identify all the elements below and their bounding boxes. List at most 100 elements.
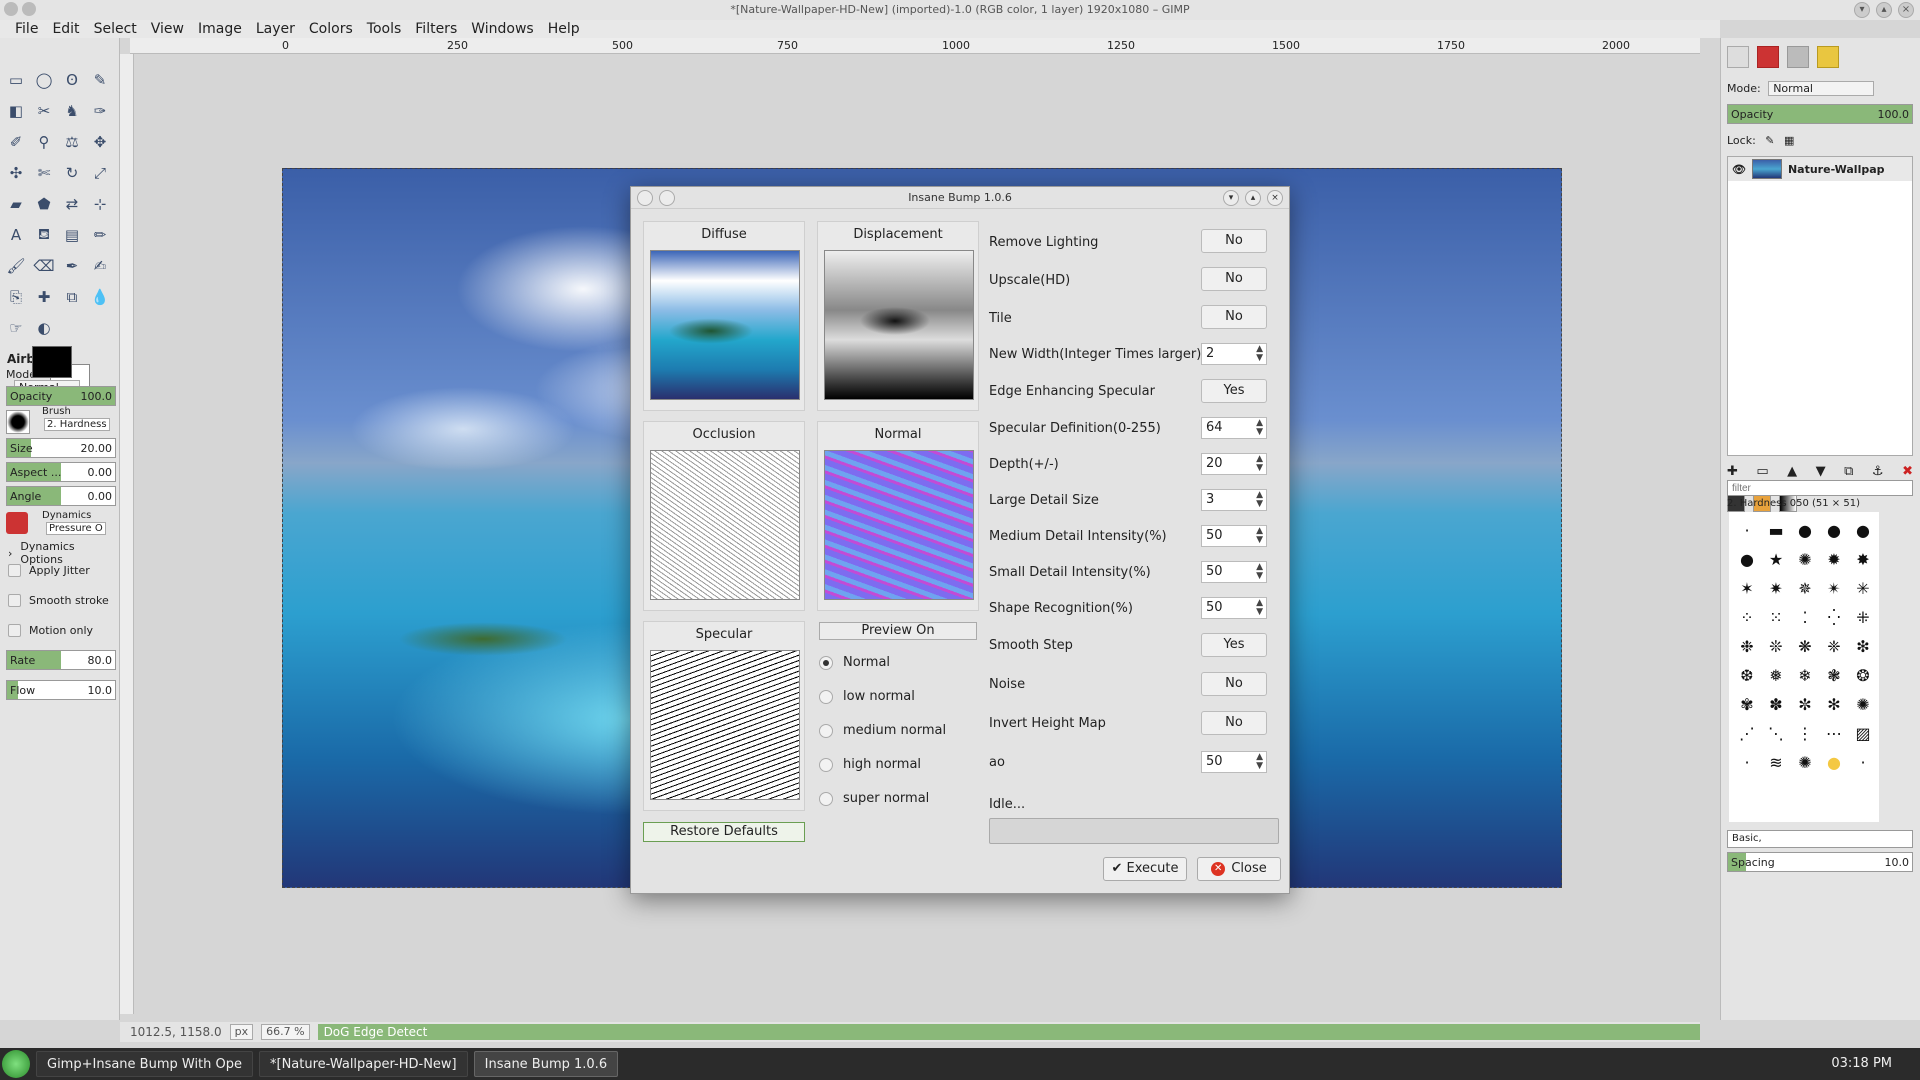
text-icon[interactable]: A xyxy=(4,223,28,247)
flip-icon[interactable]: ⇄ xyxy=(60,192,84,216)
edge-spec-button[interactable]: Yes xyxy=(1201,379,1267,403)
delete-layer-icon[interactable]: ✖ xyxy=(1902,464,1913,479)
ink-icon[interactable]: ✍ xyxy=(88,254,112,278)
small-detail-spinner[interactable]: 50 ▲ ▼ xyxy=(1201,561,1267,583)
zoom-select[interactable]: 66.7 % xyxy=(261,1024,310,1040)
brush-filter-input[interactable] xyxy=(1727,480,1913,496)
fuzzy-select-icon[interactable]: ✎ xyxy=(88,68,112,92)
brush-item[interactable]: ✺ xyxy=(1791,748,1819,776)
flow-slider[interactable]: Flow 10.0 xyxy=(6,680,116,700)
dialog-minimize-icon[interactable]: ▾ xyxy=(1223,190,1239,206)
color-picker-icon[interactable]: ✐ xyxy=(4,130,28,154)
brush-item[interactable]: ● xyxy=(1733,545,1761,573)
new-width-spinner[interactable]: 2 ▲ ▼ xyxy=(1201,343,1267,365)
aspect-slider[interactable]: Aspect ... 0.00 xyxy=(6,462,116,482)
brush-item[interactable]: ▨ xyxy=(1849,719,1877,747)
menu-colors[interactable]: Colors xyxy=(302,21,360,37)
close-icon[interactable]: × xyxy=(1898,2,1914,18)
menu-image[interactable]: Image xyxy=(191,21,249,37)
brush-item[interactable]: ⁘ xyxy=(1733,603,1761,631)
motion-only-checkbox[interactable]: Motion only xyxy=(8,624,93,637)
menu-select[interactable]: Select xyxy=(87,21,144,37)
brush-item[interactable]: ✷ xyxy=(1762,574,1790,602)
menu-help[interactable]: Help xyxy=(541,21,587,37)
brush-item[interactable]: ⋰ xyxy=(1733,719,1761,747)
radio-medium-normal[interactable]: medium normal xyxy=(819,723,946,738)
dialog-pin-icon[interactable] xyxy=(659,190,675,206)
zoom-icon[interactable]: ⚲ xyxy=(32,130,56,154)
tile-button[interactable]: No xyxy=(1201,305,1267,329)
app-menu-icon[interactable] xyxy=(4,2,18,16)
brush-item[interactable]: · xyxy=(1733,516,1761,544)
close-button[interactable]: ✕ Close xyxy=(1197,857,1281,881)
brush-item[interactable]: ● xyxy=(1849,516,1877,544)
brush-item[interactable]: ✸ xyxy=(1849,545,1877,573)
align-icon[interactable]: ✣ xyxy=(4,161,28,185)
shear-icon[interactable]: ▰ xyxy=(4,192,28,216)
layers-tab-icon[interactable] xyxy=(1727,46,1749,68)
brush-item[interactable]: ❈ xyxy=(1820,632,1848,660)
noise-button[interactable]: No xyxy=(1201,672,1267,696)
perspective-icon[interactable]: ⬟ xyxy=(32,192,56,216)
brush-item[interactable]: ❇ xyxy=(1849,632,1877,660)
taskbar-item-gimp[interactable]: *[Nature-Wallpaper-HD-New] xyxy=(259,1051,468,1077)
layer-row[interactable]: 👁 Nature-Wallpap xyxy=(1728,157,1912,181)
brush-item[interactable]: · xyxy=(1733,748,1761,776)
brush-item[interactable]: ⋱ xyxy=(1762,719,1790,747)
undo-tab-icon[interactable] xyxy=(1817,46,1839,68)
rect-select-icon[interactable]: ▭ xyxy=(4,68,28,92)
spin-arrows-icon[interactable]: ▲ ▼ xyxy=(1256,455,1263,473)
brush-item[interactable]: ❂ xyxy=(1849,661,1877,689)
spin-arrows-icon[interactable]: ▲ ▼ xyxy=(1256,527,1263,545)
menu-windows[interactable]: Windows xyxy=(464,21,541,37)
crop-icon[interactable]: ✄ xyxy=(32,161,56,185)
brush-item[interactable]: ⁚ xyxy=(1791,603,1819,631)
brush-item[interactable]: ✴ xyxy=(1820,574,1848,602)
scale-icon[interactable]: ⤢ xyxy=(88,161,112,185)
pin-icon[interactable] xyxy=(22,2,36,16)
brush-item[interactable]: ● xyxy=(1820,516,1848,544)
dodge-burn-icon[interactable]: ◐ xyxy=(32,316,56,340)
brush-item[interactable]: ⁙ xyxy=(1762,603,1790,631)
brush-item[interactable]: ★ xyxy=(1762,545,1790,573)
pencil-icon[interactable]: ✏ xyxy=(88,223,112,247)
brush-item[interactable]: ✺ xyxy=(1791,545,1819,573)
spin-arrows-icon[interactable]: ▲ ▼ xyxy=(1256,491,1263,509)
foreground-color-swatch-top[interactable] xyxy=(32,346,72,378)
paintbrush-icon[interactable]: 🖌 xyxy=(4,254,28,278)
brush-item[interactable]: ✶ xyxy=(1733,574,1761,602)
brush-item[interactable]: · xyxy=(1849,748,1877,776)
brush-thumbnail[interactable] xyxy=(6,410,30,434)
spec-def-spinner[interactable]: 64 ▲ ▼ xyxy=(1201,417,1267,439)
brush-item[interactable]: ✹ xyxy=(1820,545,1848,573)
brush-item[interactable]: ● xyxy=(1820,748,1848,776)
taskbar-item-browser[interactable]: Gimp+Insane Bump With Ope xyxy=(36,1051,254,1077)
menu-file[interactable]: File xyxy=(8,21,45,37)
maximize-icon[interactable]: ▴ xyxy=(1876,2,1892,18)
dialog-close-icon[interactable]: × xyxy=(1267,190,1283,206)
eraser-icon[interactable]: ⌫ xyxy=(32,254,56,278)
perspective-clone-icon[interactable]: ⧉ xyxy=(60,285,84,309)
brush-item[interactable]: ⋯ xyxy=(1820,719,1848,747)
brush-item[interactable]: ❄ xyxy=(1791,661,1819,689)
smooth-stroke-checkbox[interactable]: Smooth stroke xyxy=(8,594,109,607)
menu-edit[interactable]: Edit xyxy=(45,21,86,37)
spin-arrows-icon[interactable]: ▲ ▼ xyxy=(1256,563,1263,581)
depth-spinner[interactable]: 20 ▲ ▼ xyxy=(1201,453,1267,475)
menu-filters[interactable]: Filters xyxy=(408,21,464,37)
brush-item[interactable]: ⁜ xyxy=(1849,603,1877,631)
shape-recog-spinner[interactable]: 50 ▲ ▼ xyxy=(1201,597,1267,619)
anchor-icon[interactable]: ⚓ xyxy=(1872,464,1884,479)
lock-alpha-icon[interactable]: ▦ xyxy=(1784,134,1794,147)
ellipse-select-icon[interactable]: ◯ xyxy=(32,68,56,92)
dynamics-icon[interactable] xyxy=(6,512,28,534)
radio-super-normal[interactable]: super normal xyxy=(819,791,929,806)
airbrush-icon[interactable]: ✒ xyxy=(60,254,84,278)
duplicate-layer-icon[interactable]: ⧉ xyxy=(1844,464,1853,479)
brush-item[interactable]: ❋ xyxy=(1791,632,1819,660)
brush-item[interactable]: ≋ xyxy=(1762,748,1790,776)
channels-tab-icon[interactable] xyxy=(1757,46,1779,68)
upscale-button[interactable]: No xyxy=(1201,267,1267,291)
menu-tools[interactable]: Tools xyxy=(360,21,409,37)
move-icon[interactable]: ✥ xyxy=(88,130,112,154)
